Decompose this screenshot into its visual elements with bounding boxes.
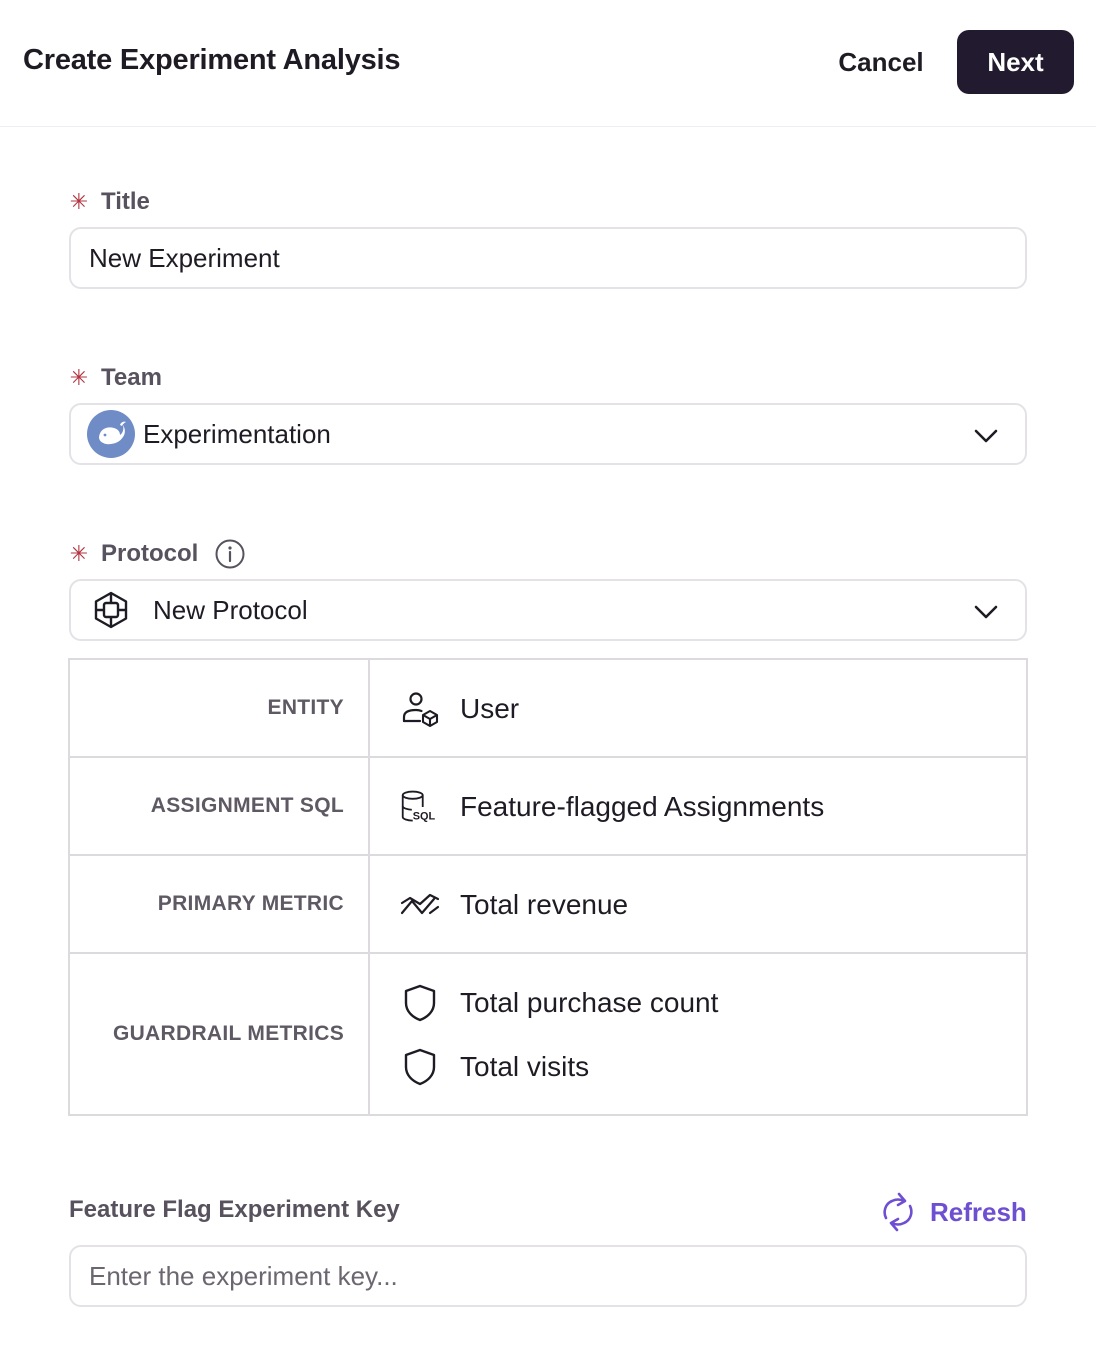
cancel-button[interactable]: Cancel bbox=[822, 31, 940, 93]
required-mark: ✳ bbox=[69, 365, 89, 390]
chevron-down-icon bbox=[974, 429, 998, 443]
primary-metric-value-text: Total revenue bbox=[460, 889, 629, 920]
refresh-label: Refresh bbox=[930, 1196, 1027, 1227]
team-label: ✳ Team bbox=[69, 362, 162, 394]
assignment-sql-row: ASSIGNMENT SQL SQL Feature-flagged Assig… bbox=[70, 758, 1026, 856]
modal-header: Create Experiment Analysis Cancel Next bbox=[0, 0, 1096, 127]
guardrail-metric-text: Total visits bbox=[460, 1051, 590, 1082]
title-input[interactable] bbox=[71, 229, 1025, 287]
primary-metric-row: PRIMARY METRIC Total revenue bbox=[70, 856, 1026, 954]
title-label-text: Title bbox=[101, 188, 150, 215]
shield-icon bbox=[400, 983, 440, 1023]
guardrail-metric-text: Total purchase count bbox=[460, 987, 719, 1018]
team-select[interactable]: Experimentation bbox=[69, 403, 1027, 465]
protocol-label-text: Protocol bbox=[101, 540, 199, 567]
protocol-select-value: New Protocol bbox=[153, 594, 308, 625]
protocol-details-table: ENTITY User ASSIGNMENT SQL SQL Feature-f… bbox=[68, 658, 1028, 1116]
required-mark: ✳ bbox=[69, 541, 89, 566]
experiment-key-input[interactable] bbox=[71, 1247, 1025, 1305]
entity-value-text: User bbox=[460, 693, 520, 724]
title-label: ✳ Title bbox=[69, 186, 150, 218]
assignment-sql-label: ASSIGNMENT SQL bbox=[70, 758, 370, 854]
refresh-icon bbox=[883, 1192, 913, 1232]
guardrail-metric-item: Total purchase count bbox=[400, 983, 718, 1023]
metric-trend-icon bbox=[400, 885, 440, 925]
primary-metric-value: Total revenue bbox=[400, 885, 628, 925]
shield-icon bbox=[400, 1047, 440, 1087]
guardrail-metrics-label: GUARDRAIL METRICS bbox=[70, 954, 370, 1114]
entity-row: ENTITY User bbox=[70, 660, 1026, 758]
next-button[interactable]: Next bbox=[957, 30, 1074, 94]
guardrail-metric-item: Total visits bbox=[400, 1047, 589, 1087]
required-mark: ✳ bbox=[69, 189, 89, 214]
entity-label: ENTITY bbox=[70, 660, 370, 756]
user-entity-icon bbox=[400, 689, 440, 729]
sql-database-icon: SQL bbox=[400, 787, 440, 827]
info-icon[interactable] bbox=[214, 538, 246, 570]
title-field[interactable] bbox=[69, 227, 1027, 289]
assignment-sql-value: SQL Feature-flagged Assignments bbox=[400, 787, 824, 827]
experiment-key-field[interactable] bbox=[69, 1245, 1027, 1307]
team-label-text: Team bbox=[101, 364, 162, 391]
refresh-button[interactable]: Refresh bbox=[878, 1190, 1027, 1234]
protocol-icon bbox=[94, 591, 128, 629]
protocol-label: ✳ Protocol bbox=[69, 538, 246, 570]
chevron-down-icon bbox=[974, 605, 998, 619]
whale-icon bbox=[87, 410, 135, 458]
primary-metric-label: PRIMARY METRIC bbox=[70, 856, 370, 952]
page-title: Create Experiment Analysis bbox=[23, 44, 401, 76]
svg-text:SQL: SQL bbox=[413, 811, 436, 823]
feature-flag-key-label: Feature Flag Experiment Key bbox=[69, 1196, 400, 1223]
assignment-sql-value-text: Feature-flagged Assignments bbox=[460, 791, 825, 822]
entity-value: User bbox=[400, 689, 519, 729]
team-select-value: Experimentation bbox=[143, 418, 331, 449]
protocol-select[interactable]: New Protocol bbox=[69, 579, 1027, 641]
guardrail-metrics-row: GUARDRAIL METRICS Total purchase count T… bbox=[70, 954, 1026, 1114]
